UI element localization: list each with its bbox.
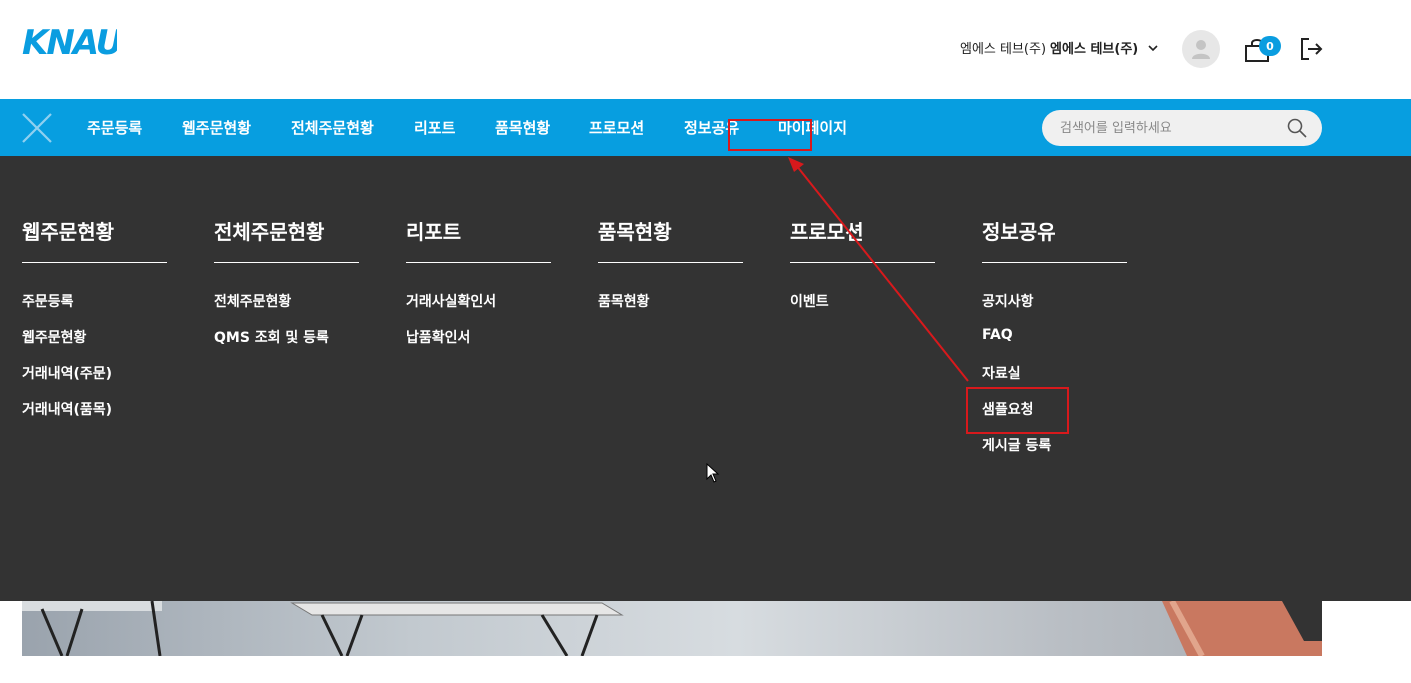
menu-link[interactable]: 거래내역(품목) (22, 399, 167, 418)
menu-link[interactable]: 전체주문현황 (214, 291, 359, 310)
menu-column-title: 프로모션 (790, 216, 935, 263)
menu-column-title: 웹주문현황 (22, 216, 167, 263)
highlight-box-mypage (728, 119, 812, 151)
logout-icon[interactable] (1298, 36, 1324, 62)
main-nav: 주문등록 웹주문현황 전체주문현황 리포트 품목현황 프로모션 정보공유 마이페… (0, 99, 1411, 156)
knauf-logo[interactable]: KNAUF (22, 16, 117, 66)
close-icon[interactable] (22, 113, 52, 143)
menu-column-all-orders: 전체주문현황 전체주문현황 QMS 조회 및 등록 (214, 216, 359, 346)
company-name-bold: 엠에스 테브(주) (1050, 42, 1139, 57)
user-icon (1192, 40, 1210, 59)
search-icon[interactable] (1287, 118, 1307, 138)
menu-link[interactable]: 주문등록 (22, 291, 167, 310)
hero-image (22, 601, 1322, 656)
nav-item-report[interactable]: 리포트 (414, 117, 455, 138)
mega-menu: 웹주문현황 주문등록 웹주문현황 거래내역(주문) 거래내역(품목) 전체주문현… (0, 156, 1411, 601)
menu-column-title: 전체주문현황 (214, 216, 359, 263)
page: KNAUF 엠에스 테브(주) 엠에스 테브(주) 0 (0, 0, 1411, 683)
menu-link[interactable]: 자료실 (982, 363, 1127, 382)
menu-link[interactable]: 웹주문현황 (22, 327, 167, 346)
menu-link[interactable]: FAQ (982, 327, 1127, 345)
mouse-cursor-icon (706, 463, 720, 483)
menu-link[interactable]: 이벤트 (790, 291, 935, 310)
cart-count-badge: 0 (1259, 36, 1281, 56)
menu-link[interactable]: 거래내역(주문) (22, 363, 167, 382)
menu-link[interactable]: 공지사항 (982, 291, 1127, 310)
menu-link[interactable]: 거래사실확인서 (406, 291, 551, 310)
menu-column-report: 리포트 거래사실확인서 납품확인서 (406, 216, 551, 346)
nav-item-all-order-status[interactable]: 전체주문현황 (291, 117, 374, 138)
menu-column-products: 품목현황 품목현황 (598, 216, 743, 310)
search-box (1042, 110, 1322, 146)
nav-item-promotion[interactable]: 프로모션 (589, 117, 644, 138)
company-selector[interactable]: 엠에스 테브(주) 엠에스 테브(주) (960, 38, 1158, 57)
hero-scene-image (22, 601, 1322, 656)
menu-link[interactable]: 품목현황 (598, 291, 743, 310)
nav-item-order-register[interactable]: 주문등록 (87, 117, 142, 138)
menu-column-web-order: 웹주문현황 주문등록 웹주문현황 거래내역(주문) 거래내역(품목) (22, 216, 167, 418)
menu-column-title: 정보공유 (982, 216, 1127, 263)
header: KNAUF 엠에스 테브(주) 엠에스 테브(주) 0 (0, 0, 1411, 99)
menu-column-title: 품목현황 (598, 216, 743, 263)
nav-item-web-order-status[interactable]: 웹주문현황 (182, 117, 251, 138)
menu-link[interactable]: 납품확인서 (406, 327, 551, 346)
highlight-box-sample-request (966, 387, 1069, 434)
svg-text:KNAUF: KNAUF (22, 23, 117, 63)
company-name: 엠에스 테브(주) (960, 42, 1047, 57)
menu-link[interactable]: QMS 조회 및 등록 (214, 327, 359, 346)
menu-link[interactable]: 게시글 등록 (982, 435, 1127, 454)
nav-item-product-status[interactable]: 품목현황 (495, 117, 550, 138)
avatar-button[interactable] (1182, 30, 1220, 68)
search-input[interactable] (1060, 110, 1280, 146)
chevron-down-icon (1148, 44, 1158, 51)
menu-column-title: 리포트 (406, 216, 551, 263)
menu-column-promotion: 프로모션 이벤트 (790, 216, 935, 310)
